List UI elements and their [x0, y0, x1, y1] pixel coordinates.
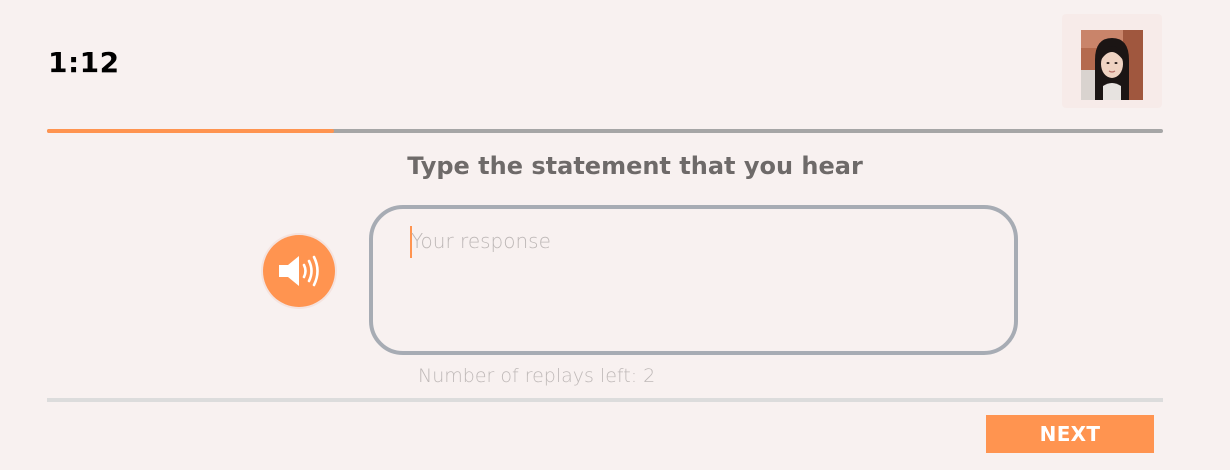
webcam-preview [1062, 14, 1162, 108]
speaker-volume-icon [279, 255, 319, 287]
footer-divider [47, 398, 1163, 402]
next-button[interactable]: NEXT [986, 415, 1154, 453]
response-input[interactable] [411, 229, 981, 329]
progress-bar-fill [47, 129, 334, 133]
response-box [369, 205, 1018, 355]
play-audio-button[interactable] [263, 235, 335, 307]
replays-remaining: Number of replays left: 2 [418, 365, 656, 387]
progress-bar [47, 129, 1163, 133]
user-avatar [1081, 30, 1143, 100]
timer-display: 1:12 [48, 46, 120, 79]
question-prompt: Type the statement that you hear [407, 152, 863, 180]
user-photo-icon [1081, 30, 1143, 100]
